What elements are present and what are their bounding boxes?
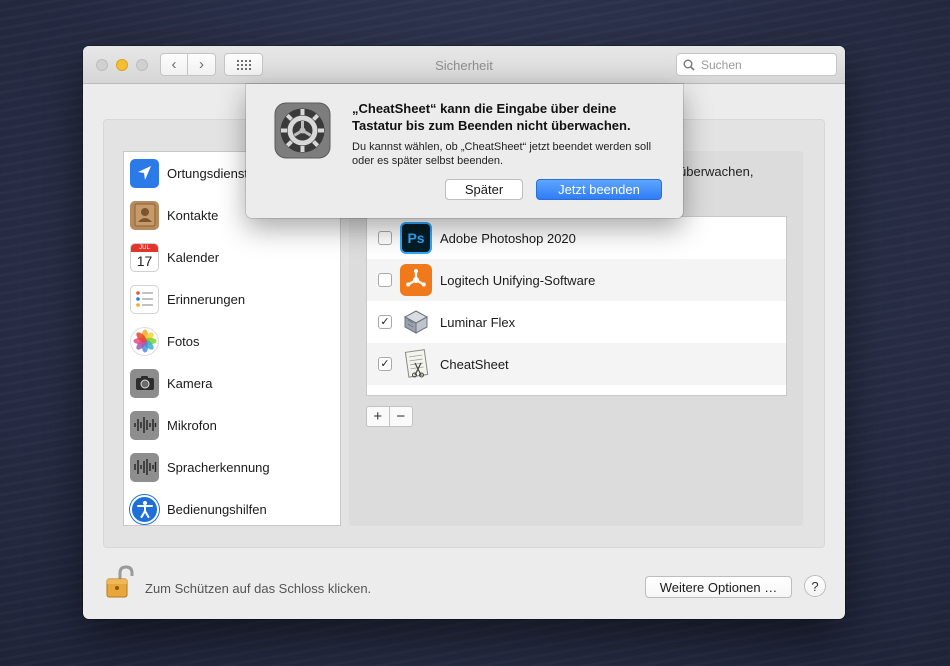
app-list: Ps Adobe Photoshop 2020 Logitech Unifyin…	[366, 216, 787, 396]
sidebar-item-photos[interactable]: Fotos	[124, 320, 340, 362]
remove-app-button[interactable]: −	[390, 407, 412, 426]
sidebar-item-label: Erinnerungen	[167, 291, 246, 307]
alert-title: „CheatSheet“ kann die Eingabe über deine…	[352, 101, 631, 133]
microphone-waveform-icon	[130, 410, 159, 440]
photoshop-icon-text: Ps	[407, 230, 425, 246]
sidebar-item-camera[interactable]: Kamera	[124, 362, 340, 404]
luminar-flex-icon	[400, 306, 432, 338]
sidebar-item-label: Bedienungshilfen	[167, 501, 267, 517]
magnifier-icon	[683, 59, 695, 71]
app-checkbox[interactable]	[378, 231, 392, 245]
list-item[interactable]: Logitech Unifying-Software	[367, 259, 786, 301]
lock-hint-text: Zum Schützen auf das Schloss klicken.	[145, 581, 372, 596]
add-app-button[interactable]: +	[367, 407, 390, 426]
list-item[interactable]: Ps Adobe Photoshop 2020	[367, 217, 786, 259]
speech-waveform-icon	[130, 452, 159, 482]
sidebar-item-label: Fotos	[167, 333, 200, 349]
app-name: CheatSheet	[440, 356, 509, 372]
logitech-unifying-icon	[400, 264, 432, 296]
app-name: Adobe Photoshop 2020	[440, 230, 576, 246]
add-remove-control: + −	[366, 406, 413, 427]
list-item[interactable]: ✓ CheatSheet	[367, 343, 786, 385]
app-checkbox[interactable]	[378, 273, 392, 287]
info-text: überwachen,	[679, 164, 754, 179]
calendar-icon: JUL 17	[130, 242, 159, 272]
cheatsheet-icon	[400, 348, 432, 380]
alert-sheet: „CheatSheet“ kann die Eingabe über deine…	[246, 84, 683, 218]
sidebar-item-speech-recognition[interactable]: Spracherkennung	[124, 446, 340, 488]
search-field[interactable]: Suchen	[676, 53, 837, 76]
calendar-day: 17	[136, 252, 153, 269]
sidebar-item-label: Mikrofon	[167, 417, 217, 433]
help-button[interactable]: ?	[804, 575, 826, 597]
list-item[interactable]: ✓ Luminar Flex	[367, 301, 786, 343]
sidebar-item-label: Kamera	[167, 375, 213, 391]
padlock-icon[interactable]	[103, 565, 135, 599]
search-placeholder: Suchen	[701, 57, 742, 72]
accessibility-icon	[130, 494, 159, 524]
app-name: Luminar Flex	[440, 314, 516, 330]
quit-now-button[interactable]: Jetzt beenden	[536, 179, 662, 200]
system-preferences-gear-icon	[274, 102, 331, 159]
alert-message: Du kannst wählen, ob „CheatSheet“ jetzt …	[352, 141, 652, 167]
app-name: Logitech Unifying-Software	[440, 272, 596, 288]
location-arrow-icon	[130, 158, 159, 188]
calendar-month: JUL	[131, 243, 158, 252]
app-checkbox[interactable]: ✓	[378, 315, 392, 329]
sidebar-item-label: Kalender	[167, 249, 220, 265]
contacts-book-icon	[130, 200, 159, 230]
later-button[interactable]: Später	[445, 179, 523, 200]
titlebar: ‹ › Sicherheit Suchen	[83, 46, 845, 84]
more-options-button[interactable]: Weitere Optionen …	[645, 576, 792, 598]
sidebar-item-calendar[interactable]: JUL 17 Kalender	[124, 236, 340, 278]
sidebar-item-label: Kontakte	[167, 207, 219, 223]
sidebar-item-microphone[interactable]: Mikrofon	[124, 404, 340, 446]
camera-icon	[130, 368, 159, 398]
photoshop-icon: Ps	[400, 222, 432, 254]
photos-flower-icon	[130, 326, 159, 356]
reminders-list-icon	[130, 284, 159, 314]
sidebar-item-label: Ortungsdienste	[167, 165, 256, 181]
sidebar-item-label: Spracherkennung	[167, 459, 270, 475]
system-preferences-window: ‹ › Sicherheit Suchen Ortungsdienste Kon…	[83, 46, 845, 619]
sidebar-item-accessibility[interactable]: Bedienungshilfen	[124, 488, 340, 525]
app-checkbox[interactable]: ✓	[378, 357, 392, 371]
sidebar-item-reminders[interactable]: Erinnerungen	[124, 278, 340, 320]
